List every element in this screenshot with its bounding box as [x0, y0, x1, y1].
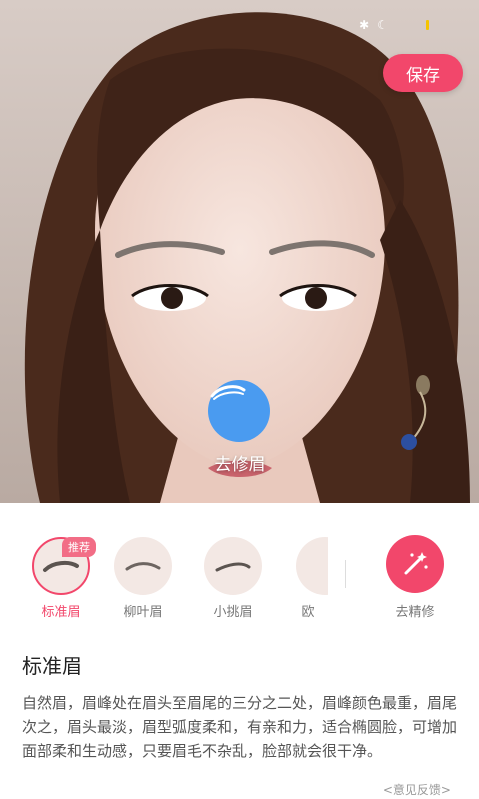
style-option-european[interactable]: 欧	[288, 537, 328, 620]
style-thumbnail	[204, 537, 262, 595]
moon-icon: ☾	[377, 18, 388, 32]
eyebrow-icon	[125, 562, 161, 571]
eyebrow-style-strip: 标准眉 推荐 柳叶眉 小挑眉 欧 去精修	[0, 503, 479, 640]
style-label: 柳叶眉	[123, 605, 163, 620]
feedback-link[interactable]: <意见反馈>	[383, 781, 451, 798]
style-thumbnail	[114, 537, 172, 595]
bluetooth-icon: ✱	[359, 18, 370, 32]
eyebrow-icon	[215, 562, 251, 572]
face-photo: ✱ ☾ 保存 去修眉	[0, 0, 479, 503]
style-option-willow[interactable]: 柳叶眉	[108, 537, 178, 620]
style-label: 标准眉	[41, 605, 81, 620]
description-body: 自然眉，眉峰处在眉头至眉尾的三分之二处，眉峰颜色最重，眉尾次之，眉头最淡，眉型弧…	[22, 694, 458, 760]
style-option-slight-arch[interactable]: 小挑眉	[198, 537, 268, 620]
description-title: 标准眉	[22, 654, 82, 678]
remove-eyebrow-label: 去修眉	[214, 455, 266, 475]
eyebrow-icon	[43, 560, 79, 572]
remove-eyebrow-button[interactable]	[208, 380, 270, 442]
style-label: 欧	[301, 605, 315, 620]
eyebrow-icon	[210, 385, 246, 400]
style-description: 标准眉 自然眉，眉峰处在眉头至眉尾的三分之二处，眉峰颜色最重，眉尾次之，眉头最淡…	[22, 650, 462, 763]
refine-button[interactable]: 去精修	[384, 535, 446, 620]
recommended-badge: 推荐	[62, 537, 96, 557]
refine-circle	[386, 535, 444, 593]
battery-icon	[426, 20, 429, 30]
refine-label: 去精修	[395, 605, 435, 620]
style-thumbnail	[296, 537, 328, 595]
style-label: 小挑眉	[213, 605, 253, 620]
divider	[345, 560, 346, 588]
save-button[interactable]: 保存	[383, 54, 463, 92]
magic-wand-icon	[404, 552, 428, 575]
status-bar: ✱ ☾	[359, 18, 429, 32]
